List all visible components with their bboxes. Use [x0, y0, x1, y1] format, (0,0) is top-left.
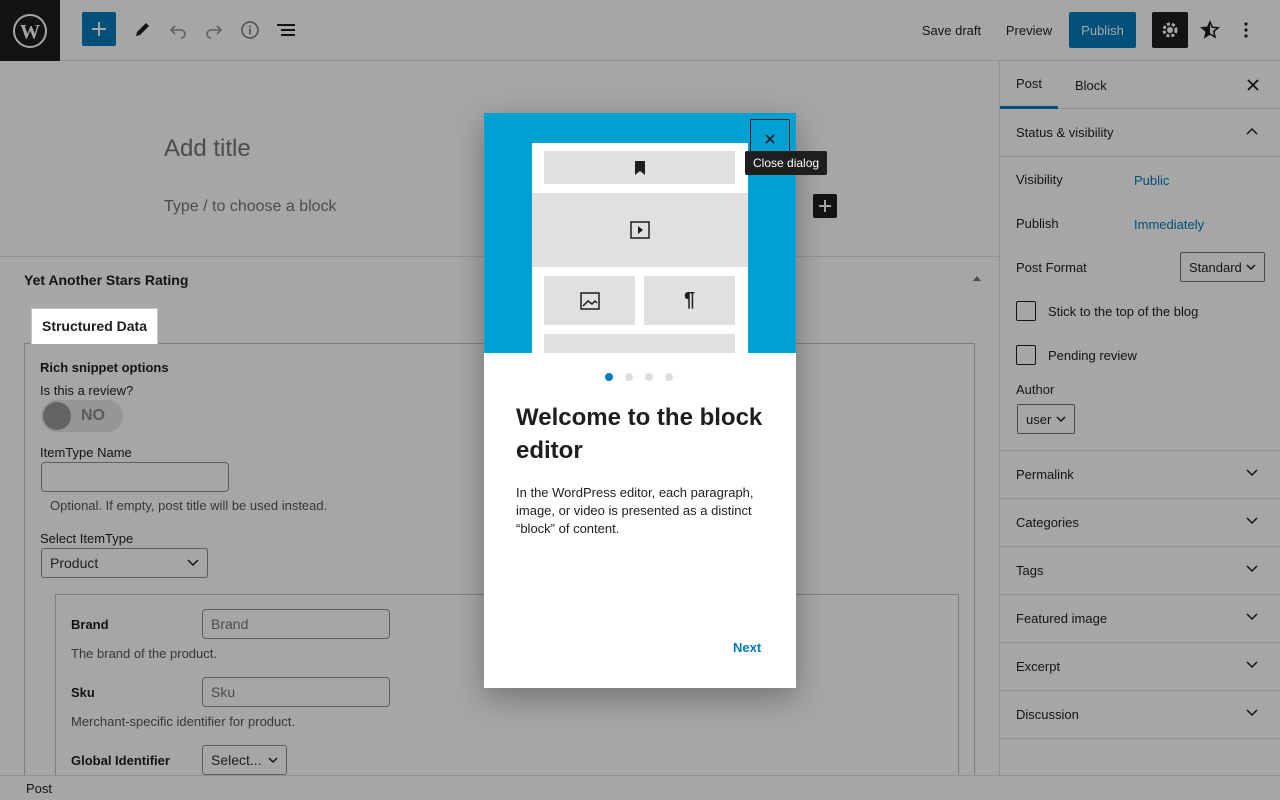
dialog-body: In the WordPress editor, each paragraph,… [516, 485, 754, 536]
image-block [544, 276, 635, 325]
page-dot-2[interactable] [625, 373, 633, 381]
close-dialog-tooltip: Close dialog [745, 151, 828, 175]
page-dot-4[interactable] [665, 373, 673, 381]
video-icon [630, 221, 650, 239]
bookmark-icon [634, 160, 645, 175]
close-icon [765, 134, 775, 144]
video-block [532, 193, 748, 267]
placeholder-block [544, 334, 735, 353]
welcome-guide-dialog: ¶ Welcome to the block editor In the Wor… [484, 113, 796, 688]
paragraph-block: ¶ [644, 276, 735, 325]
page-dot-1[interactable] [605, 373, 613, 381]
tab-structured-data[interactable]: Structured Data [31, 308, 158, 344]
paragraph-icon: ¶ [683, 289, 696, 311]
bookmark-block [544, 151, 735, 184]
image-icon [579, 291, 600, 310]
dialog-heading: Welcome to the block editor [516, 404, 763, 464]
block-illustration: ¶ [532, 143, 748, 353]
next-button[interactable]: Next [733, 640, 761, 655]
page-indicator [605, 373, 673, 381]
page-dot-3[interactable] [645, 373, 653, 381]
